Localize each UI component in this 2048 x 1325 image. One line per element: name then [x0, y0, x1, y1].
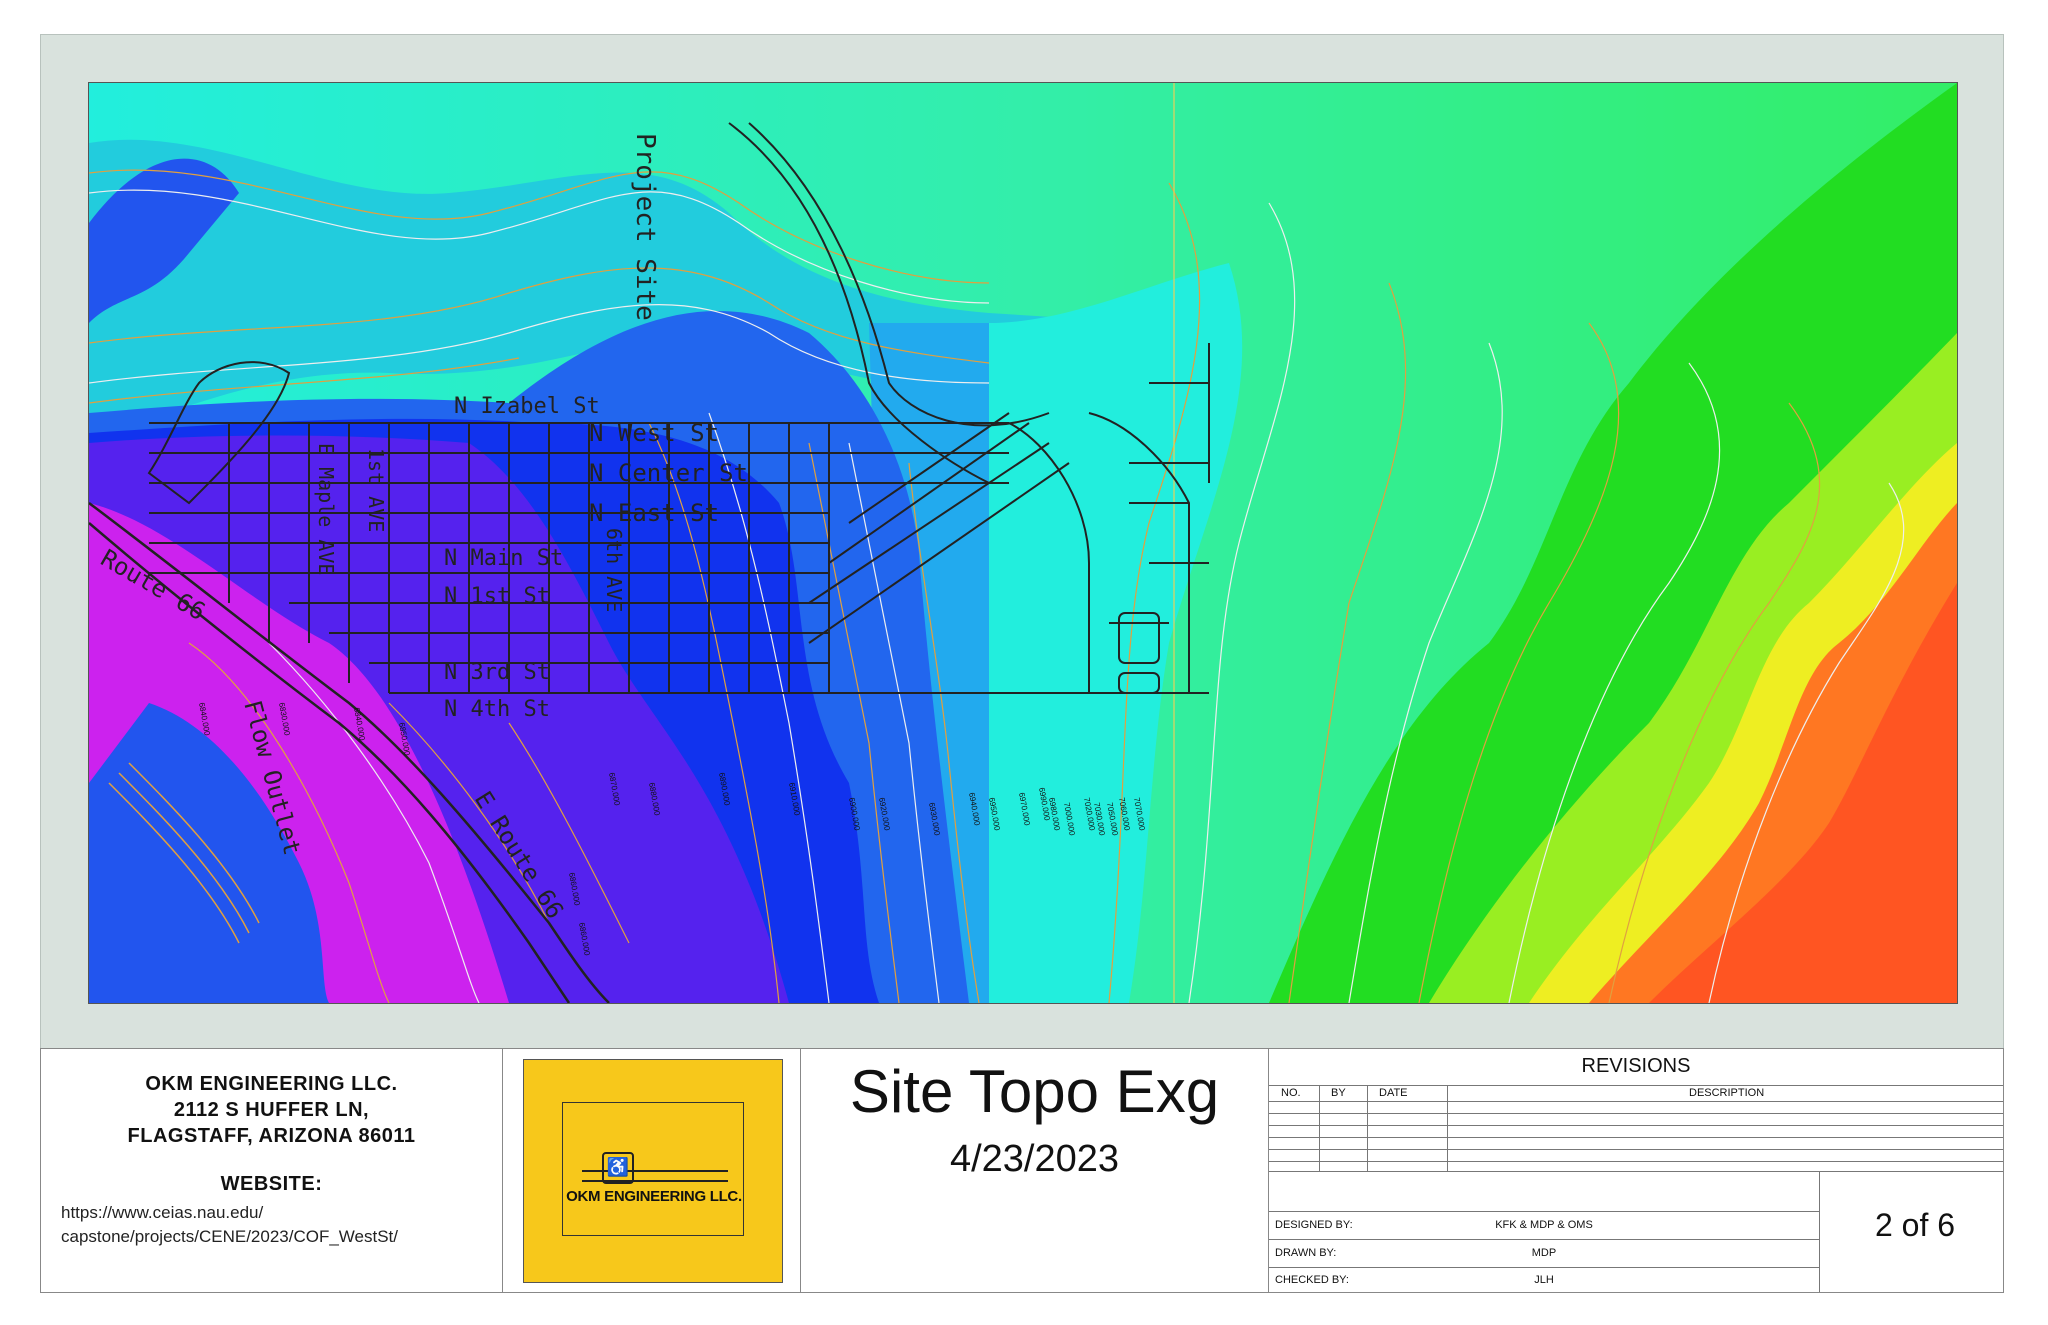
- website-url-line1[interactable]: https://www.ceias.nau.edu/: [61, 1201, 502, 1225]
- label-n-3rd-st: N 3rd St: [444, 660, 550, 685]
- logo-mark-icon: ♿: [602, 1152, 634, 1184]
- sheet-number: 2 of 6: [1874, 1207, 1956, 1243]
- label-e-maple-ave: E Maple AVE: [314, 443, 338, 575]
- sheet-date: 4/23/2023: [949, 1138, 1120, 1180]
- designed-by-label: DESIGNED BY:: [1275, 1219, 1353, 1231]
- designed-by-value: KFK & MDP & OMS: [1495, 1219, 1593, 1231]
- topographic-map[interactable]: N Izabel St N West St N Center St N East…: [88, 82, 1958, 1004]
- revisions-block: REVISIONS NO. BY DATE DESCRIPTION DESIGN…: [1269, 1049, 2003, 1292]
- map-canvas: N Izabel St N West St N Center St N East…: [89, 83, 1957, 1003]
- company-name: OKM ENGINEERING LLC.: [145, 1073, 398, 1095]
- website-url[interactable]: https://www.ceias.nau.edu/ capstone/proj…: [41, 1201, 502, 1249]
- label-1st-ave: 1st AVE: [364, 448, 388, 532]
- sheet-title: Site Topo Exg: [849, 1058, 1220, 1125]
- title-block: OKM ENGINEERING LLC. 2112 S HUFFER LN, F…: [40, 1048, 2004, 1293]
- company-info: OKM ENGINEERING LLC. 2112 S HUFFER LN, F…: [41, 1049, 503, 1292]
- logo-frame: [562, 1102, 744, 1236]
- label-n-1st-st: N 1st St: [444, 584, 550, 609]
- label-project-site: Project Site: [630, 133, 660, 321]
- website-label: WEBSITE:: [220, 1173, 323, 1195]
- label-n-izabel-st: N Izabel St: [454, 394, 600, 419]
- col-by: BY: [1331, 1087, 1346, 1099]
- logo-text: OKM ENGINEERING LLC.: [566, 1188, 742, 1205]
- company-address-street: 2112 S HUFFER LN,: [173, 1099, 370, 1121]
- checked-by-value: JLH: [1534, 1274, 1554, 1286]
- company-address-city: FLAGSTAFF, ARIZONA 86011: [127, 1125, 416, 1147]
- drawn-by-value: MDP: [1531, 1247, 1557, 1259]
- col-description: DESCRIPTION: [1689, 1087, 1765, 1099]
- label-6th-ave: 6th AVE: [602, 528, 626, 612]
- label-n-main-st: N Main St: [444, 546, 563, 571]
- label-n-east-st: N East St: [589, 499, 719, 527]
- label-n-center-st: N Center St: [589, 459, 748, 487]
- logo-cell: ♿ OKM ENGINEERING LLC.: [503, 1049, 801, 1292]
- company-logo: ♿ OKM ENGINEERING LLC.: [523, 1059, 783, 1283]
- col-date: DATE: [1379, 1087, 1408, 1099]
- drawn-by-label: DRAWN BY:: [1275, 1247, 1337, 1259]
- website-url-line2[interactable]: capstone/projects/CENE/2023/COF_WestSt/: [61, 1225, 502, 1249]
- col-no: NO.: [1281, 1087, 1301, 1099]
- label-n-west-st: N West St: [589, 419, 719, 447]
- sheet-title-cell: Site Topo Exg 4/23/2023: [801, 1049, 1269, 1292]
- label-n-4th-st: N 4th St: [444, 697, 550, 722]
- revisions-title: REVISIONS: [1581, 1055, 1691, 1077]
- checked-by-label: CHECKED BY:: [1275, 1274, 1349, 1286]
